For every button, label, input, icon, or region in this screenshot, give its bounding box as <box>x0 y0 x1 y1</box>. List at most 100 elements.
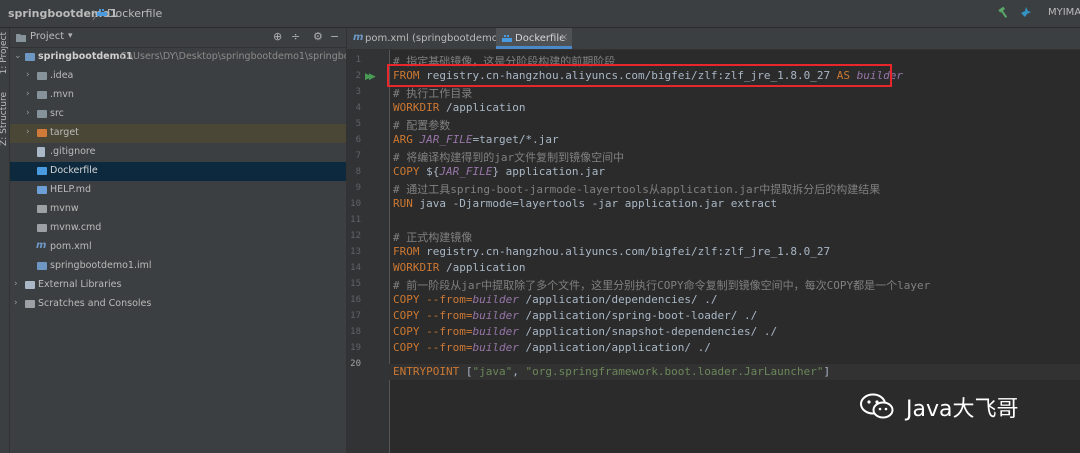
tree-item[interactable]: › target <box>10 124 346 143</box>
keyword: WORKDIR <box>393 261 440 274</box>
script-icon <box>37 224 47 232</box>
line-number: 4 <box>355 103 361 113</box>
keyword: COPY <box>393 341 420 354</box>
bird-icon[interactable] <box>1020 6 1032 18</box>
docker-icon <box>502 35 512 42</box>
tree-item-label: HELP.md <box>50 184 91 195</box>
keyword: COPY <box>393 325 420 338</box>
project-panel-title[interactable]: Project <box>30 31 64 42</box>
project-tree: ⌄ springbootdemo1 C:\Users\DY\Desktop\sp… <box>10 48 380 453</box>
code-line: # 配置参数 <box>393 117 450 133</box>
scratches-icon <box>25 300 35 308</box>
comment: # 通过工具spring-boot-jarmode-layertools从app… <box>393 183 881 196</box>
punctuation: [ <box>459 365 473 378</box>
code-line: ARG JAR_FILE=target/*.jar <box>393 133 559 149</box>
code-line: FROM registry.cn-hangzhou.aliyuncs.com/b… <box>393 245 830 261</box>
tree-root-path: C:\Users\DY\Desktop\springbootdemo1\spri… <box>120 51 381 62</box>
tree-item[interactable]: HELP.md <box>10 181 346 200</box>
line-number-current: 20 <box>350 359 361 369</box>
line-number: 8 <box>355 167 361 177</box>
tree-item-external-libraries[interactable]: › External Libraries <box>10 276 346 295</box>
library-icon <box>25 281 35 289</box>
navigation-bar: springbootdemo1 〉 Dockerfile MYIMAG <box>0 0 1080 28</box>
hammer-icon[interactable] <box>998 6 1010 18</box>
chevron-right-icon[interactable]: › <box>26 127 30 137</box>
tree-item[interactable]: Dockerfile <box>10 162 346 181</box>
comment: # 配置参数 <box>393 119 451 132</box>
keyword: COPY <box>393 293 420 306</box>
tree-item-label: Dockerfile <box>50 165 98 176</box>
tree-item[interactable]: m pom.xml <box>10 238 346 257</box>
code-line: COPY --from=builder /application/depende… <box>393 293 718 309</box>
tree-item[interactable]: .gitignore <box>10 143 346 162</box>
chevron-down-icon[interactable]: ⌄ <box>14 51 22 61</box>
chevron-right-icon[interactable]: › <box>26 108 30 118</box>
code-line: # 执行工作目录 <box>393 85 472 101</box>
toolbar-config-label[interactable]: MYIMAG <box>1048 7 1080 18</box>
maven-icon: m <box>36 240 47 251</box>
tab-dockerfile[interactable]: Dockerfile × <box>496 28 572 49</box>
line-number: 18 <box>350 327 361 337</box>
module-folder-icon <box>25 53 35 61</box>
code-line: # 前一阶段从jar中提取除了多个文件，这里分别执行COPY命令复制到镜像空间中… <box>393 277 930 293</box>
docker-icon <box>37 167 47 175</box>
punctuation: ] <box>823 365 831 378</box>
script-icon <box>37 205 47 213</box>
line-number: 11 <box>350 215 361 225</box>
line-number: 1 <box>355 55 361 65</box>
argument: /application/application/ ./ <box>518 341 711 354</box>
folder-icon <box>37 91 47 99</box>
tree-item-label: src <box>50 108 64 119</box>
tab-pom-xml[interactable]: m pom.xml (springbootdemo1) <box>347 28 508 49</box>
chevron-right-icon[interactable]: › <box>14 298 18 308</box>
line-number: 14 <box>350 263 361 273</box>
code-line: WORKDIR /application <box>393 101 525 117</box>
tree-root[interactable]: ⌄ springbootdemo1 C:\Users\DY\Desktop\sp… <box>10 48 380 67</box>
chevron-right-icon[interactable]: › <box>26 70 30 80</box>
gear-icon[interactable]: ⚙ <box>313 30 323 43</box>
watermark-text: Java大飞哥 <box>906 397 1019 422</box>
collapse-icon[interactable]: ÷ <box>291 30 300 43</box>
tree-item[interactable]: mvnw <box>10 200 346 219</box>
close-icon[interactable]: × <box>560 32 568 43</box>
string: "org.springframework.boot.loader.JarLaun… <box>525 365 824 378</box>
docker-icon <box>97 9 107 16</box>
tree-item-label: springbootdemo1.iml <box>50 260 152 271</box>
tree-item[interactable]: springbootdemo1.iml <box>10 257 346 276</box>
markdown-icon <box>37 186 47 194</box>
run-icon[interactable]: ▶▶ <box>365 72 376 82</box>
line-number: 15 <box>350 279 361 289</box>
target-icon[interactable]: ⊕ <box>273 30 282 43</box>
line-number: 13 <box>350 247 361 257</box>
line-number: 7 <box>355 151 361 161</box>
breadcrumb-file[interactable]: Dockerfile <box>107 7 162 20</box>
tree-item-scratches[interactable]: › Scratches and Consoles <box>10 295 346 314</box>
tree-item-label: pom.xml <box>50 241 92 252</box>
tree-item[interactable]: › .mvn <box>10 86 346 105</box>
chevron-down-icon[interactable]: ▾ <box>68 31 73 41</box>
tree-item[interactable]: › src <box>10 105 346 124</box>
tree-item[interactable]: mvnw.cmd <box>10 219 346 238</box>
comment: # 将编译构建得到的jar文件复制到镜像空间中 <box>393 151 625 164</box>
chevron-right-icon[interactable]: › <box>26 89 30 99</box>
minimize-icon[interactable]: − <box>330 30 339 43</box>
keyword: COPY <box>393 309 420 322</box>
code-line: COPY --from=builder /application/spring-… <box>393 309 757 325</box>
comment: # 前一阶段从jar中提取除了多个文件，这里分别执行COPY命令复制到镜像空间中… <box>393 279 931 292</box>
code-line: COPY ${JAR_FILE} application.jar <box>393 165 605 181</box>
maven-icon: m <box>353 32 364 43</box>
argument: java -Djarmode=layertools -jar applicati… <box>412 197 778 210</box>
tab-structure-tool[interactable]: Z: Structure <box>0 92 9 146</box>
keyword: COPY <box>393 165 420 178</box>
tree-item[interactable]: › .idea <box>10 67 346 86</box>
tree-item-label: .gitignore <box>50 146 96 157</box>
tree-item-label: Scratches and Consoles <box>38 298 152 309</box>
image-name: registry.cn-hangzhou.aliyuncs.com/bigfei… <box>419 245 831 258</box>
chevron-right-icon[interactable]: › <box>14 279 18 289</box>
folder-icon <box>37 72 47 80</box>
code-line: WORKDIR /application <box>393 261 525 277</box>
tab-project-tool[interactable]: 1: Project <box>0 32 9 74</box>
editor-tab-bar: m pom.xml (springbootdemo1) Dockerfile × <box>347 28 1080 50</box>
tree-item-label: mvnw <box>50 203 79 214</box>
tree-item-label: External Libraries <box>38 279 122 290</box>
